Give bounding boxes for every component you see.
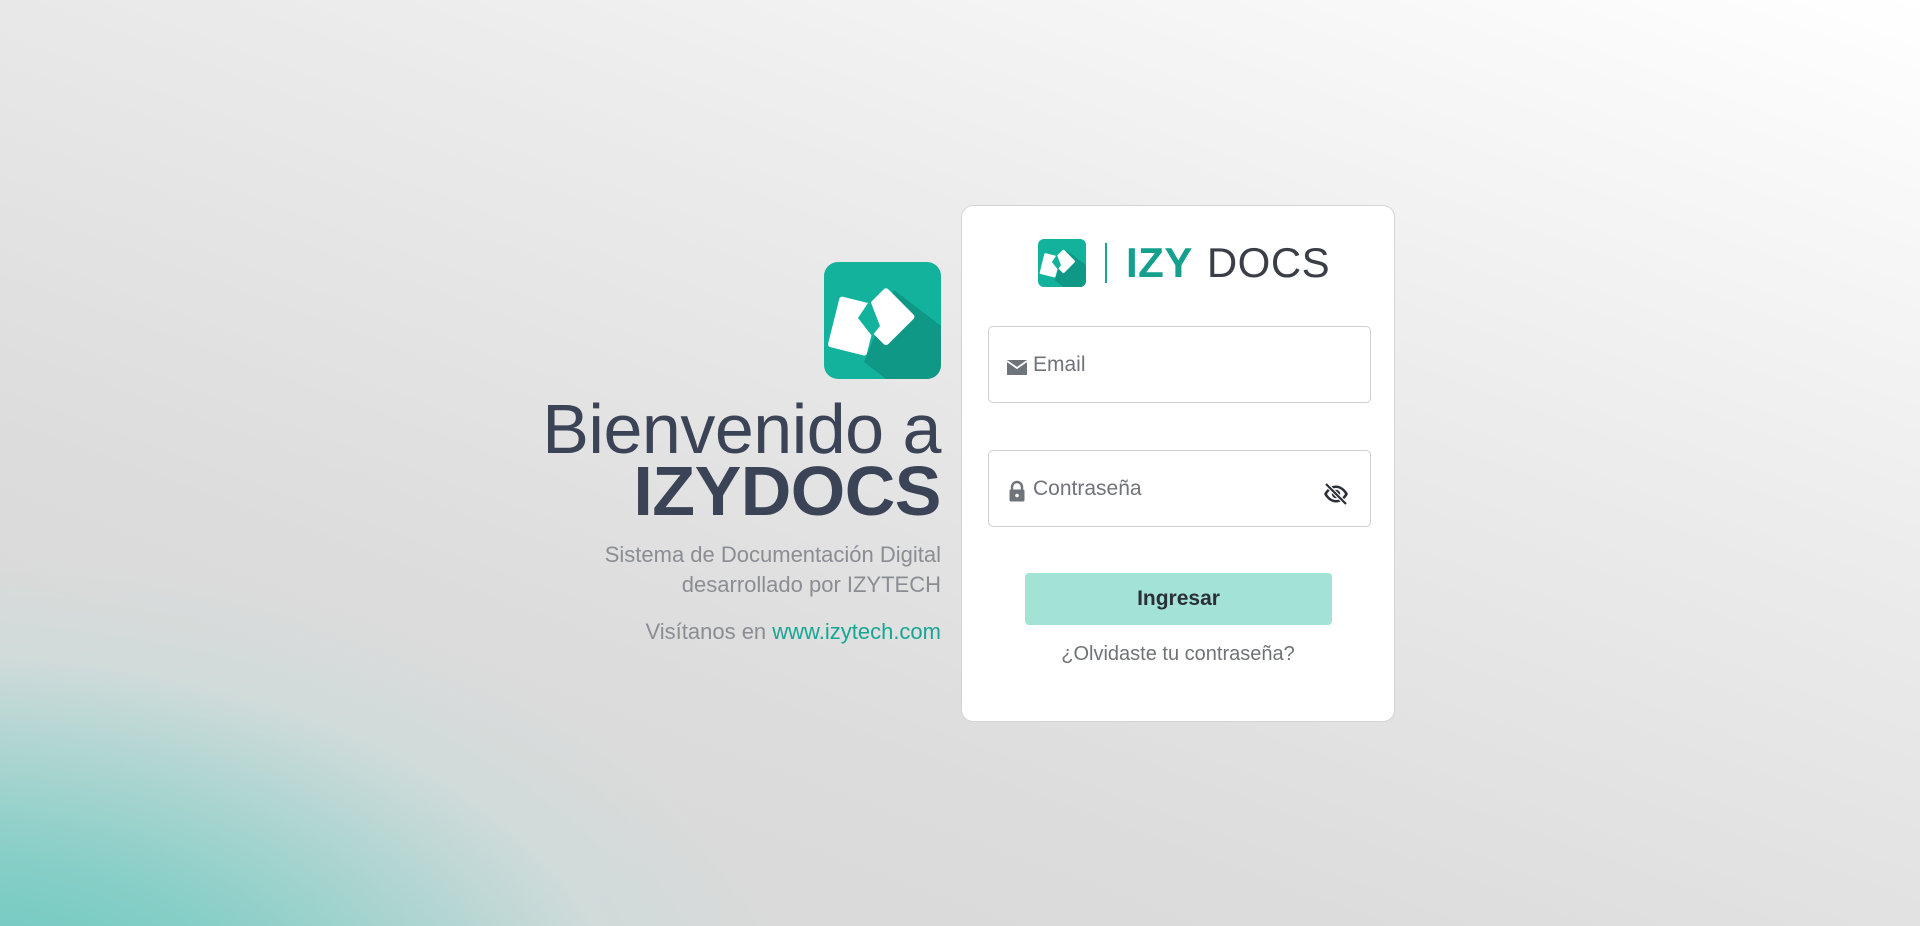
website-link[interactable]: www.izytech.com (772, 619, 941, 644)
login-card: IZY DOCS Email Ingresar ¿Olvidaste tu co… (961, 205, 1395, 722)
logo-divider (1105, 243, 1107, 283)
subtitle-line-2: desarrollado por IZYTECH (681, 572, 941, 597)
welcome-greeting: Bienvenido a (542, 390, 941, 468)
izydocs-logo-icon (824, 262, 941, 379)
card-logo: IZY DOCS (1038, 239, 1330, 287)
welcome-subtitle: Sistema de Documentación Digital desarro… (542, 540, 941, 600)
forgot-password-link[interactable]: ¿Olvidaste tu contraseña? (962, 643, 1394, 666)
izydocs-mini-logo-icon (1038, 239, 1086, 287)
subtitle-line-1: Sistema de Documentación Digital (604, 542, 941, 567)
email-field (988, 326, 1371, 406)
email-input[interactable] (1033, 327, 1313, 406)
welcome-brand-title: IZYDOCS (633, 452, 941, 530)
password-field (988, 450, 1371, 530)
envelope-icon (1005, 355, 1029, 379)
lock-icon (1005, 479, 1029, 503)
login-submit-button[interactable]: Ingresar (1025, 573, 1332, 625)
password-input[interactable] (1033, 451, 1313, 530)
visit-text: Visítanos en www.izytech.com (542, 617, 941, 647)
logo-docs-text: DOCS (1206, 239, 1331, 286)
visit-prefix: Visítanos en (645, 619, 773, 644)
logo-izy-text: IZY (1126, 239, 1193, 286)
eye-off-icon[interactable] (1322, 481, 1350, 507)
welcome-section: Bienvenido a IZYDOCS Sistema de Document… (542, 262, 941, 647)
